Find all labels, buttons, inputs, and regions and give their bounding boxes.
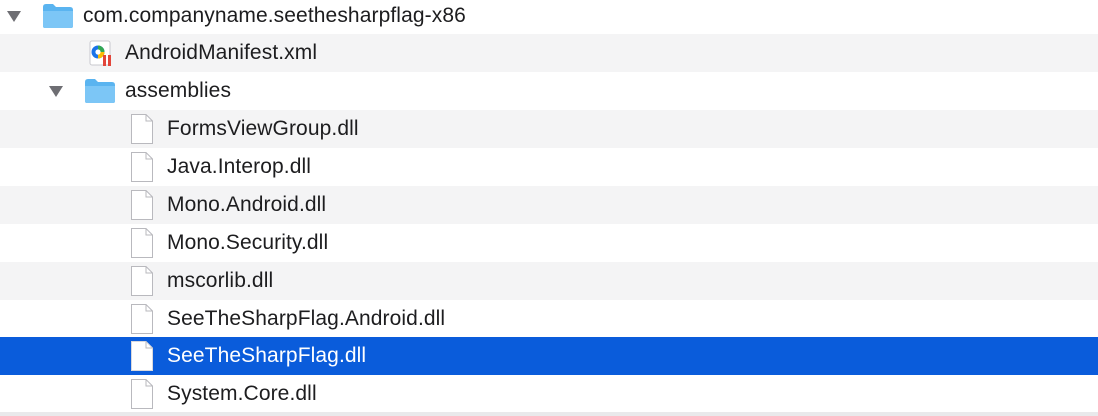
file-label: Mono.Android.dll: [167, 193, 327, 216]
disclosure-triangle-icon[interactable]: [6, 9, 22, 23]
tree-row-file[interactable]: FormsViewGroup.dll: [0, 110, 1098, 148]
file-label: Mono.Security.dll: [167, 231, 329, 254]
tree-row-android-manifest[interactable]: AndroidManifest.xml: [0, 34, 1098, 72]
disclosure-triangle-icon[interactable]: [48, 84, 64, 98]
tree-row-file[interactable]: System.Core.dll: [0, 375, 1098, 413]
document-icon: [130, 303, 154, 335]
document-icon: [130, 265, 154, 297]
document-icon: [130, 340, 154, 372]
row-divider: [0, 412, 1098, 416]
folder-icon: [42, 3, 74, 29]
tree-row-file[interactable]: SeeTheSharpFlag.Android.dll: [0, 300, 1098, 338]
file-label: System.Core.dll: [167, 382, 317, 405]
tree-row-file-selected[interactable]: SeeTheSharpFlag.dll: [0, 337, 1098, 375]
tree-row-file[interactable]: Mono.Android.dll: [0, 186, 1098, 224]
file-label: SeeTheSharpFlag.Android.dll: [167, 307, 446, 330]
document-icon: [130, 113, 154, 145]
file-label: FormsViewGroup.dll: [167, 117, 359, 140]
folder-icon: [84, 78, 116, 104]
tree-row-assemblies-folder[interactable]: assemblies: [0, 72, 1098, 110]
file-label: SeeTheSharpFlag.dll: [167, 344, 367, 367]
tree-row-root-folder[interactable]: com.companyname.seethesharpflag-x86: [0, 0, 1098, 35]
tree-row-file[interactable]: Mono.Security.dll: [0, 224, 1098, 262]
document-icon: [130, 378, 154, 410]
document-icon: [130, 189, 154, 221]
tree-row-file[interactable]: Java.Interop.dll: [0, 148, 1098, 186]
file-label: mscorlib.dll: [167, 269, 274, 292]
tree-row-file[interactable]: mscorlib.dll: [0, 262, 1098, 300]
file-label: Java.Interop.dll: [167, 155, 312, 178]
file-tree: com.companyname.seethesharpflag-x86 Andr…: [0, 0, 1098, 416]
manifest-label: AndroidManifest.xml: [125, 41, 318, 64]
xml-file-icon: [89, 40, 115, 68]
assemblies-folder-label: assemblies: [125, 79, 232, 102]
root-folder-label: com.companyname.seethesharpflag-x86: [83, 4, 466, 27]
document-icon: [130, 151, 154, 183]
document-icon: [130, 227, 154, 259]
